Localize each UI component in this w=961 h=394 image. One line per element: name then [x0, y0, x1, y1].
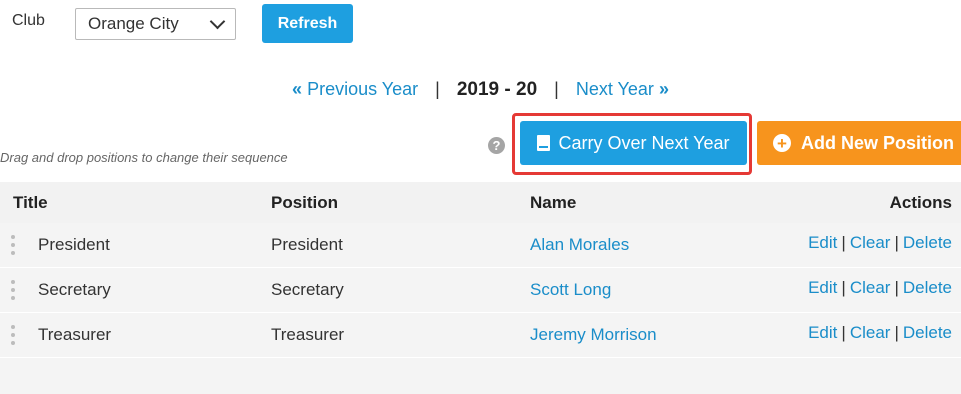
row-actions: Edit | Clear | Delete: [808, 313, 952, 357]
table-header: Title Position Name Actions: [0, 182, 961, 223]
delete-link[interactable]: Delete: [903, 233, 952, 253]
row-title: Treasurer: [38, 325, 112, 344]
row-position: Treasurer: [271, 325, 345, 344]
row-title: Secretary: [38, 280, 111, 299]
clear-link[interactable]: Clear: [850, 233, 891, 253]
row-name-link[interactable]: Jeremy Morrison: [530, 325, 657, 345]
highlight-box: [512, 113, 752, 175]
previous-year-link[interactable]: « Previous Year: [292, 79, 423, 99]
table-footer: [0, 358, 961, 394]
club-select-value: Orange City: [88, 14, 179, 33]
table-row[interactable]: Treasurer Treasurer Jeremy Morrison Edit…: [0, 313, 961, 358]
delete-link[interactable]: Delete: [903, 278, 952, 298]
action-separator: |: [841, 278, 846, 297]
year-separator: |: [435, 79, 440, 99]
question-circle-icon[interactable]: ?: [488, 137, 505, 154]
chevron-down-icon: [209, 13, 226, 30]
previous-year-label: Previous Year: [307, 79, 419, 99]
row-actions: Edit | Clear | Delete: [808, 268, 952, 312]
current-year: 2019 - 20: [456, 79, 538, 100]
club-label: Club: [12, 12, 45, 29]
row-actions: Edit | Clear | Delete: [808, 223, 952, 267]
row-position: President: [271, 235, 343, 254]
next-year-label: Next Year: [575, 79, 654, 99]
header-name: Name: [530, 192, 577, 212]
table-row[interactable]: President President Alan Morales Edit | …: [0, 223, 961, 268]
year-separator: |: [554, 79, 559, 99]
header-title: Title: [13, 192, 48, 212]
action-separator: |: [894, 233, 899, 252]
edit-link[interactable]: Edit: [808, 323, 837, 343]
action-separator: |: [894, 323, 899, 342]
drag-handle-icon[interactable]: [11, 280, 15, 300]
header-position: Position: [271, 192, 339, 212]
row-title: President: [38, 235, 110, 254]
drag-hint-text: Drag and drop positions to change their …: [0, 150, 288, 165]
year-navigation: « Previous Year | 2019 - 20 | Next Year …: [0, 79, 961, 101]
next-year-link[interactable]: Next Year »: [576, 79, 669, 99]
plus-circle-icon: +: [773, 134, 791, 152]
action-separator: |: [841, 323, 846, 342]
double-chevron-right-icon: »: [658, 79, 669, 99]
action-separator: |: [894, 278, 899, 297]
double-chevron-left-icon: «: [292, 79, 303, 99]
clear-link[interactable]: Clear: [850, 278, 891, 298]
add-new-position-button[interactable]: + Add New Position: [757, 121, 961, 165]
drag-handle-icon[interactable]: [11, 235, 15, 255]
club-select[interactable]: Orange City: [75, 8, 236, 40]
row-position: Secretary: [271, 280, 344, 299]
row-name-link[interactable]: Scott Long: [530, 280, 611, 300]
add-position-label: Add New Position: [801, 132, 954, 153]
drag-handle-icon[interactable]: [11, 325, 15, 345]
delete-link[interactable]: Delete: [903, 323, 952, 343]
row-name-link[interactable]: Alan Morales: [530, 235, 629, 255]
action-separator: |: [841, 233, 846, 252]
table-row[interactable]: Secretary Secretary Scott Long Edit | Cl…: [0, 268, 961, 313]
edit-link[interactable]: Edit: [808, 278, 837, 298]
edit-link[interactable]: Edit: [808, 233, 837, 253]
refresh-button[interactable]: Refresh: [262, 4, 353, 43]
clear-link[interactable]: Clear: [850, 323, 891, 343]
header-actions: Actions: [889, 192, 952, 212]
